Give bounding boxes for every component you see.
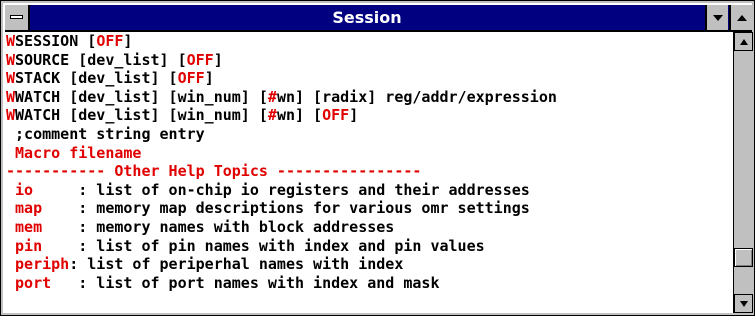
line-segment: ;comment string entry xyxy=(6,124,205,143)
minimize-icon xyxy=(712,14,723,21)
minimize-button[interactable] xyxy=(705,5,728,30)
session-line: WSTACK [dev_list] [OFF] xyxy=(5,69,733,88)
session-line: map : memory map descriptions for variou… xyxy=(5,199,733,218)
line-segment: map xyxy=(6,199,79,218)
scroll-down-button[interactable] xyxy=(734,294,753,313)
line-segment: # xyxy=(267,87,277,106)
line-segment: ----------- Other Help Topics ----------… xyxy=(6,162,422,181)
maximize-icon xyxy=(736,14,747,21)
line-segment: # xyxy=(267,106,277,125)
scroll-up-button[interactable] xyxy=(734,32,753,51)
line-segment: W xyxy=(6,69,16,88)
line-segment: : list of periperhal names with index xyxy=(69,255,404,274)
line-segment: SOURCE [dev_list] [ xyxy=(15,50,187,69)
line-segment: mem xyxy=(6,217,79,236)
session-line: WWATCH [dev_list] [win_num] [#wn] [radix… xyxy=(5,88,733,107)
system-menu-icon[interactable] xyxy=(5,5,30,30)
session-text-area[interactable]: WSESSION [OFF] WSOURCE [dev_list] [OFF] WS… xyxy=(5,32,733,313)
line-segment: OFF xyxy=(177,69,205,88)
session-line: WSOURCE [dev_list] [OFF] xyxy=(5,51,733,70)
line-segment: : memory names with block addresses xyxy=(78,217,395,236)
line-segment: W xyxy=(6,50,16,69)
title-bar[interactable]: Session xyxy=(5,5,752,32)
line-segment: SESSION [ xyxy=(15,32,97,50)
line-segment: W xyxy=(6,87,16,106)
line-segment: ] xyxy=(123,32,133,50)
session-line: io : list of on-chip io registers and th… xyxy=(5,181,733,200)
session-line: ;comment string entry xyxy=(5,125,733,144)
window-title: Session xyxy=(332,8,402,27)
line-segment: ] xyxy=(204,69,214,88)
maximize-button[interactable] xyxy=(729,5,752,30)
session-line: periph: list of periperhal names with in… xyxy=(5,255,733,274)
line-segment: WATCH [dev_list] [win_num] [ xyxy=(15,106,268,125)
line-segment: W xyxy=(6,32,16,50)
session-line: ----------- Other Help Topics ----------… xyxy=(5,162,733,181)
line-segment: Macro filename xyxy=(6,143,142,162)
line-segment: OFF xyxy=(186,50,214,69)
line-segment: : memory map descriptions for various om… xyxy=(78,199,530,218)
line-segment: : list of pin names with index and pin v… xyxy=(78,236,485,255)
line-segment: : list of port names with index and mask xyxy=(78,273,440,292)
session-line: WSESSION [OFF] xyxy=(5,32,733,51)
session-line: WWATCH [dev_list] [win_num] [#wn] [OFF] xyxy=(5,106,733,125)
line-segment: OFF xyxy=(322,106,350,125)
session-window: Session WSESSION [OFF] WSOURCE [dev_list]… xyxy=(0,0,755,316)
line-segment: ] xyxy=(349,106,359,125)
line-segment: pin xyxy=(6,236,79,255)
scroll-thumb[interactable] xyxy=(734,248,753,267)
scroll-up-arrow-icon xyxy=(739,38,748,45)
line-segment: port xyxy=(6,273,79,292)
line-segment: ] xyxy=(213,50,223,69)
line-segment: wn] [radix] reg/addr/expression xyxy=(276,87,557,106)
line-segment: wn] [ xyxy=(276,106,323,125)
line-segment: OFF xyxy=(96,32,124,50)
session-line: port : list of port names with index and… xyxy=(5,274,733,293)
session-line: pin : list of pin names with index and p… xyxy=(5,237,733,256)
vertical-scrollbar[interactable] xyxy=(733,32,753,313)
scroll-down-arrow-icon xyxy=(739,300,748,307)
line-segment: WATCH [dev_list] [win_num] [ xyxy=(15,87,268,106)
session-line: Macro filename xyxy=(5,144,733,163)
line-segment: periph xyxy=(6,255,70,274)
line-segment: STACK [dev_list] [ xyxy=(15,69,178,88)
line-segment: W xyxy=(6,106,16,125)
line-segment: : list of on-chip io registers and their… xyxy=(78,180,530,199)
session-line: mem : memory names with block addresses xyxy=(5,218,733,237)
line-segment: io xyxy=(6,180,79,199)
